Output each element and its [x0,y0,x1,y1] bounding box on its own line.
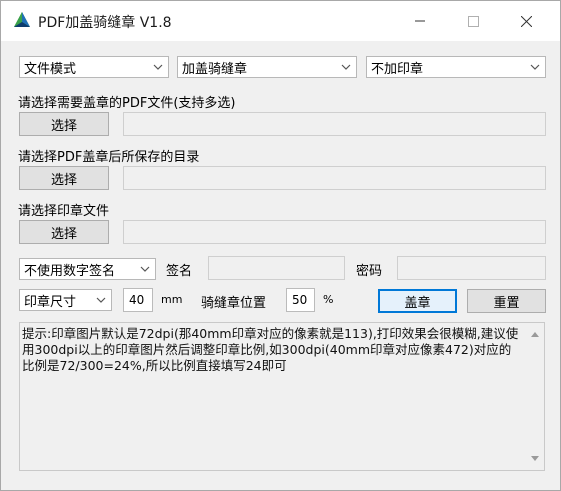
scroll-down-icon[interactable] [531,456,539,461]
stamp-file-label: 请选择印章文件 [18,204,110,219]
maximize-icon [467,15,479,27]
chevron-down-icon [530,64,540,70]
tip-textarea[interactable]: 提示:印章图片默认是72dpi(那40mm印章对应的像素就是113),打印效果会… [19,322,545,471]
title-bar[interactable]: PDF加盖骑缝章 V1.8 [1,1,560,41]
select-stamp-file-button[interactable]: 选择 [19,220,109,244]
chevron-down-icon [140,266,150,272]
select-output-dir-button[interactable]: 选择 [19,166,109,190]
stamp-mode-value: 不加印章 [371,61,424,77]
pdf-files-field[interactable] [123,112,546,136]
file-mode-select[interactable]: 文件模式 [19,56,169,78]
reset-button[interactable]: 重置 [467,289,546,313]
window-title: PDF加盖骑缝章 V1.8 [38,15,172,31]
stamp-size-unit: mm [161,293,183,306]
select-pdf-button[interactable]: 选择 [19,112,109,136]
password-field[interactable] [397,256,546,280]
tip-text: 提示:印章图片默认是72dpi(那40mm印章对应的像素就是113),打印效果会… [22,326,519,373]
main-content: 文件模式 加盖骑缝章 不加印章 请选择需要盖章的PDF文件(支持多选) 选择 请… [1,41,560,490]
seam-position-label: 骑缝章位置 [201,296,267,311]
seam-position-input[interactable]: 50 [286,288,315,312]
scroll-up-icon[interactable] [531,332,539,337]
maximize-button[interactable] [450,1,496,41]
stamp-file-field[interactable] [123,220,546,244]
sign-field[interactable] [208,256,345,280]
stamp-size-mode-value: 印章尺寸 [24,294,77,310]
digital-signature-value: 不使用数字签名 [24,263,116,279]
chevron-down-icon [96,297,106,303]
password-label: 密码 [356,264,383,279]
stamp-button[interactable]: 盖章 [378,289,457,313]
output-dir-label: 请选择PDF盖章后所保存的目录 [18,150,200,165]
close-icon [520,15,532,27]
seam-position-unit: % [323,293,334,306]
output-dir-field[interactable] [123,166,546,190]
app-logo-icon [14,12,30,27]
stamp-mode-select[interactable]: 不加印章 [366,56,546,78]
chevron-down-icon [341,64,351,70]
minimize-button[interactable] [397,1,443,41]
vertical-scrollbar[interactable] [527,323,544,470]
seam-mode-value: 加盖骑缝章 [182,61,248,77]
stamp-size-input[interactable]: 40 [123,288,153,312]
sign-label: 签名 [166,264,193,279]
file-mode-value: 文件模式 [24,61,77,77]
chevron-down-icon [153,64,163,70]
close-button[interactable] [503,1,549,41]
pdf-files-label: 请选择需要盖章的PDF文件(支持多选) [18,96,236,111]
seam-mode-select[interactable]: 加盖骑缝章 [177,56,357,78]
minimize-icon [415,20,425,22]
app-window: PDF加盖骑缝章 V1.8 文件模式 加盖骑缝章 不加印章 请选择需要盖章的PD… [0,0,561,491]
digital-signature-select[interactable]: 不使用数字签名 [19,258,156,280]
stamp-size-mode-select[interactable]: 印章尺寸 [19,289,112,311]
